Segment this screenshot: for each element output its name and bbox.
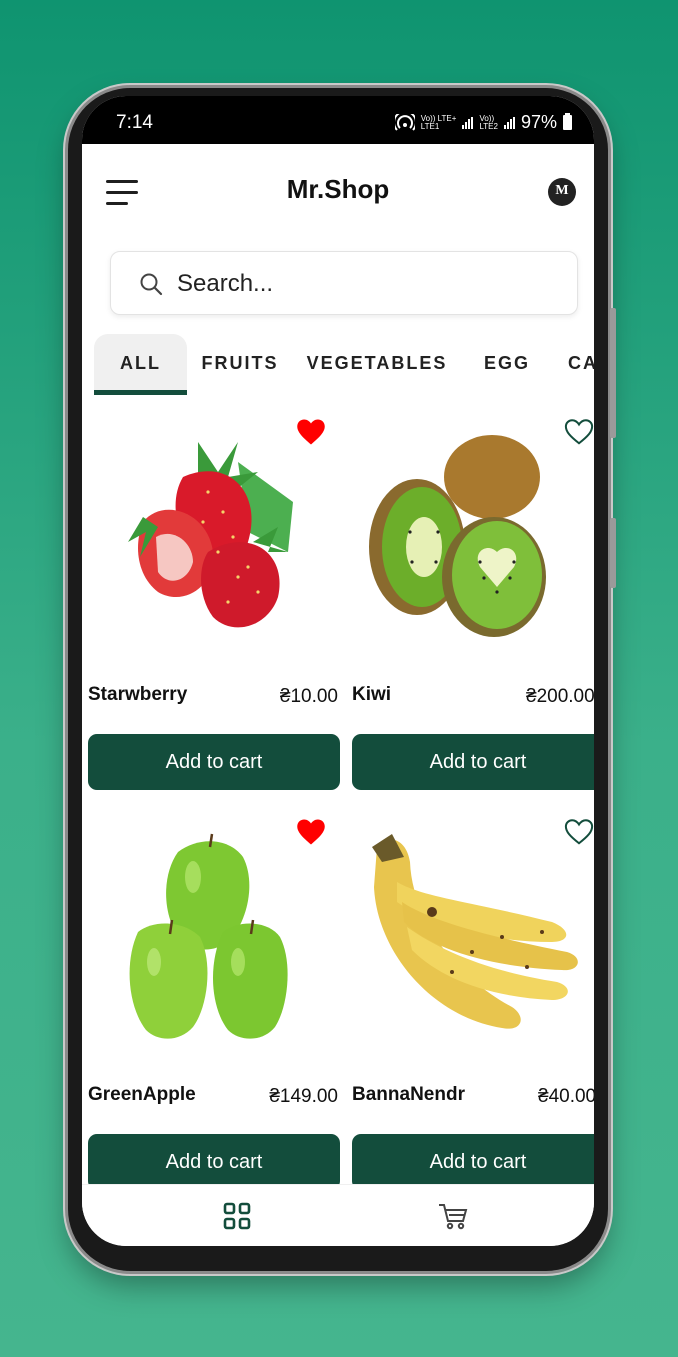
status-bar: 7:14 Vo)) LTE+ LTE1 Vo)) LTE2 97%: [82, 96, 594, 144]
hotspot-icon: [394, 113, 415, 131]
product-card[interactable]: Kiwi ₴200.00 Add to cart: [352, 402, 594, 798]
status-icons: Vo)) LTE+ LTE1 Vo)) LTE2 97%: [394, 112, 572, 133]
app-title: Mr.Shop: [286, 174, 390, 204]
tab-egg[interactable]: EGG: [474, 334, 540, 392]
volume-button: [610, 308, 616, 438]
app-bar: Mr.Shop M: [82, 144, 594, 240]
network-1-label: Vo)) LTE+ LTE1: [420, 113, 457, 131]
tab-fruits[interactable]: FRUITS: [194, 334, 286, 392]
brand-logo[interactable]: M: [548, 178, 576, 206]
product-name: Starwberry: [88, 684, 188, 705]
add-to-cart-button[interactable]: Add to cart: [88, 734, 340, 790]
favorite-filled-icon[interactable]: [296, 818, 326, 846]
signal-2-icon: [503, 116, 515, 129]
status-time: 7:14: [116, 112, 153, 133]
product-grid: Starwberry ₴10.00 Add to cart Kiwi ₴200.…: [82, 402, 594, 1184]
favorite-filled-icon[interactable]: [296, 418, 326, 446]
search-icon: [140, 273, 163, 296]
search-bar[interactable]: [110, 251, 578, 316]
product-price: ₴10.00: [279, 686, 338, 707]
product-image-banana: [352, 802, 594, 1072]
phone-frame: 7:14 Vo)) LTE+ LTE1 Vo)) LTE2 97% Mr.Shop: [68, 88, 616, 1271]
network-2-label: Vo)) LTE2: [479, 113, 498, 131]
product-card[interactable]: GreenApple ₴149.00 Add to cart: [88, 802, 340, 1184]
product-image-kiwi: [352, 402, 594, 672]
app-screen: 7:14 Vo)) LTE+ LTE1 Vo)) LTE2 97% Mr.Shop: [82, 96, 594, 1246]
category-tabs: ALL FRUITS VEGETABLES EGG CA: [82, 334, 594, 396]
favorite-outline-icon[interactable]: [564, 418, 594, 446]
search-input[interactable]: [175, 252, 569, 316]
product-card[interactable]: BannaNendr ₴40.00 Add to cart: [352, 802, 594, 1184]
bottom-navigation: [82, 1184, 594, 1246]
add-to-cart-button[interactable]: Add to cart: [88, 1134, 340, 1184]
power-button: [610, 518, 616, 588]
battery-icon: [563, 113, 572, 130]
product-name: BannaNendr: [352, 1084, 465, 1105]
tab-vegetables[interactable]: VEGETABLES: [302, 334, 452, 392]
cart-icon[interactable]: [436, 1199, 470, 1233]
product-price: ₴40.00: [538, 1086, 594, 1107]
active-tab-indicator: [94, 390, 187, 395]
product-name: GreenApple: [88, 1084, 196, 1105]
favorite-outline-icon[interactable]: [564, 818, 594, 846]
tab-all[interactable]: ALL: [94, 334, 187, 392]
product-price: ₴149.00: [269, 1086, 338, 1107]
product-price: ₴200.00: [526, 686, 594, 707]
product-card[interactable]: Starwberry ₴10.00 Add to cart: [88, 402, 340, 798]
add-to-cart-button[interactable]: Add to cart: [352, 734, 594, 790]
grid-icon[interactable]: [220, 1199, 254, 1233]
tab-partial[interactable]: CA: [568, 334, 594, 392]
signal-1-icon: [462, 116, 474, 129]
battery-percent: 97%: [520, 112, 557, 132]
product-name: Kiwi: [352, 684, 392, 705]
add-to-cart-button[interactable]: Add to cart: [352, 1134, 594, 1184]
